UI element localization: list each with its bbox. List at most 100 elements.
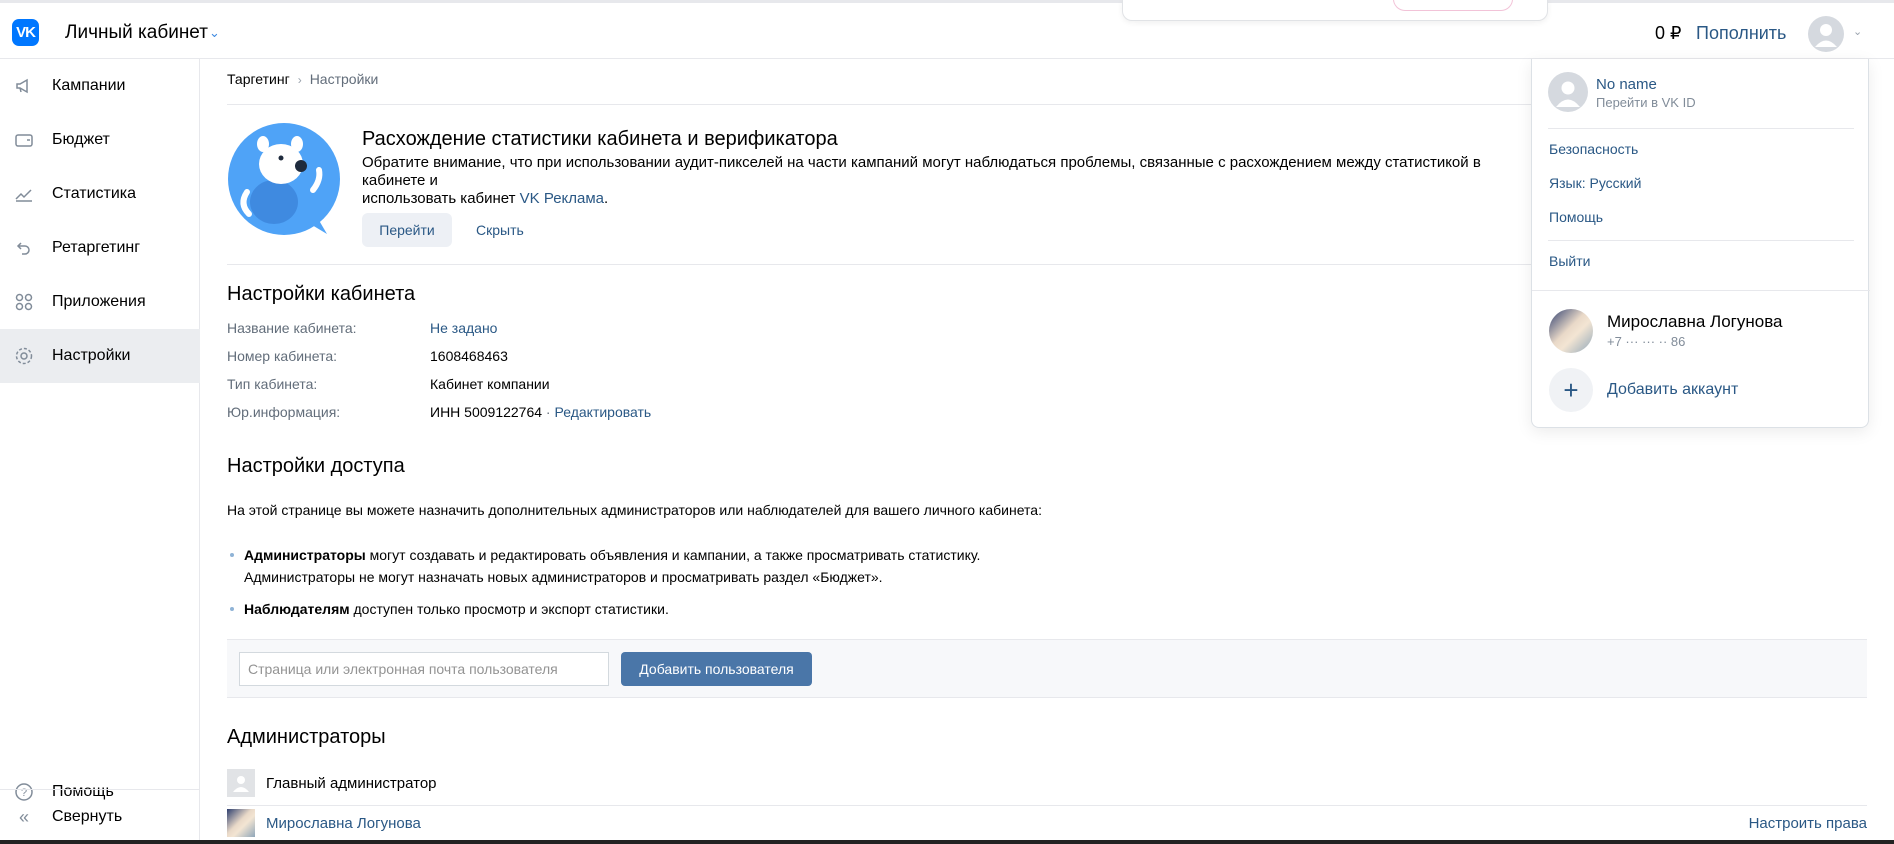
access-intro-text: На этой странице вы можете назначить доп… <box>227 502 1042 518</box>
chart-icon <box>14 184 34 204</box>
banner-hide-button[interactable]: Скрыть <box>476 213 524 247</box>
user-silhouette-icon <box>1556 81 1580 107</box>
sidebar-item-statistics[interactable]: Статистика <box>0 167 200 221</box>
mascot-illustration <box>228 123 340 235</box>
admins-title: Администраторы <box>227 726 386 748</box>
sidebar-item-apps[interactable]: Приложения <box>0 275 200 329</box>
account-phone: +7 ··· ··· ·· 86 <box>1607 334 1686 349</box>
top-header: VK Личный кабинет ⌄ 0 ₽ Пополнить ⌄ <box>0 0 1894 59</box>
breadcrumb-separator-icon: › <box>297 73 302 87</box>
add-user-panel: Добавить пользователя <box>227 639 1867 698</box>
sidebar-item-label: Свернуть <box>52 808 123 825</box>
cabinet-switcher[interactable]: Личный кабинет <box>65 22 208 44</box>
sidebar-item-settings[interactable]: Настройки <box>0 329 200 383</box>
bullet-icon <box>230 607 234 611</box>
divider <box>1548 128 1854 129</box>
dropdown-language[interactable]: Язык: Русский <box>1549 175 1641 191</box>
vk-ads-link[interactable]: VK Реклама <box>520 190 604 207</box>
sidebar-item-label: Бюджет <box>52 131 110 148</box>
sidebar: Кампании Бюджет Статистика Ретаргетинг П… <box>0 59 200 844</box>
cabinet-type-label: Тип кабинета: <box>227 376 318 392</box>
banner-text-line1: Обратите внимание, что при использовании… <box>362 154 1481 189</box>
legal-info-label: Юр.информация: <box>227 404 341 420</box>
user-search-input[interactable] <box>239 652 609 686</box>
configure-rights-link[interactable]: Настроить права <box>1749 815 1867 832</box>
admin-row-main: Главный администратор <box>266 775 437 792</box>
admins-bold: Администраторы <box>244 547 366 563</box>
account-name[interactable]: Мирославна Логунова <box>1607 312 1783 332</box>
user-avatar[interactable] <box>1808 16 1844 52</box>
cabinet-settings-title: Настройки кабинета <box>227 283 416 305</box>
gear-icon <box>14 346 34 366</box>
account-avatar[interactable] <box>1549 309 1593 353</box>
dropdown-help[interactable]: Помощь <box>1549 209 1603 225</box>
wallet-icon <box>14 130 34 150</box>
bullet-icon <box>230 553 234 557</box>
notification-popup-button[interactable] <box>1393 0 1513 11</box>
inn-value: ИНН 5009122764 <box>430 404 543 420</box>
divider <box>227 104 1532 105</box>
admin-avatar <box>227 809 255 837</box>
banner-go-button[interactable]: Перейти <box>362 213 452 247</box>
breadcrumb-current: Настройки <box>309 71 379 87</box>
divider <box>227 264 1532 265</box>
breadcrumb: Таргетинг › Настройки <box>227 71 378 87</box>
sidebar-item-retargeting[interactable]: Ретаргетинг <box>0 221 200 275</box>
notification-popup <box>1122 0 1548 21</box>
profile-name[interactable]: No name <box>1596 76 1657 93</box>
admin-avatar <box>227 769 255 797</box>
sidebar-collapse-button[interactable]: « Свернуть <box>0 790 200 844</box>
account-dropdown: No name Перейти в VK ID Безопасность Язы… <box>1531 59 1870 428</box>
taskbar-strip <box>0 840 1894 844</box>
cabinet-name-value[interactable]: Не задано <box>430 320 497 336</box>
sidebar-item-label: Ретаргетинг <box>52 239 141 256</box>
double-chevron-left-icon: « <box>18 806 29 827</box>
cabinet-number-label: Номер кабинета: <box>227 348 338 364</box>
dropdown-logout[interactable]: Выйти <box>1549 253 1590 269</box>
observers-bullet: Наблюдателям доступен только просмотр и … <box>230 598 669 620</box>
admins-text: могут создавать и редактировать объявлен… <box>365 547 981 563</box>
apps-icon <box>14 292 34 312</box>
vk-logo[interactable]: VK <box>12 19 39 46</box>
chevron-down-icon[interactable]: ⌄ <box>1853 25 1862 38</box>
sidebar-item-label: Приложения <box>52 293 146 310</box>
access-settings-title: Настройки доступа <box>227 455 405 477</box>
user-silhouette-icon <box>233 776 249 792</box>
cabinet-number-value: 1608468463 <box>430 348 508 364</box>
separator: · <box>542 404 555 420</box>
plus-icon[interactable]: + <box>1549 368 1593 412</box>
profile-avatar[interactable] <box>1548 72 1588 112</box>
sidebar-item-label: Настройки <box>52 347 131 364</box>
banner-text-line2: использовать кабинет <box>362 190 520 207</box>
sidebar-item-budget[interactable]: Бюджет <box>0 113 200 167</box>
admins-bullet: Администраторы могут создавать и редакти… <box>230 544 981 588</box>
vk-id-link[interactable]: Перейти в VK ID <box>1596 95 1696 110</box>
observers-bold: Наблюдателям <box>244 601 350 617</box>
user-silhouette-icon <box>1815 24 1837 47</box>
add-user-button[interactable]: Добавить пользователя <box>621 652 812 686</box>
sidebar-item-label: Статистика <box>52 185 137 202</box>
cabinet-type-value: Кабинет компании <box>430 376 550 392</box>
chevron-down-icon[interactable]: ⌄ <box>209 25 220 41</box>
legal-info-value: ИНН 5009122764 · Редактировать <box>430 404 651 420</box>
divider <box>1532 290 1870 291</box>
balance-value: 0 ₽ <box>1655 23 1682 43</box>
banner-text: Обратите внимание, что при использовании… <box>362 154 1522 208</box>
add-account-link[interactable]: Добавить аккаунт <box>1607 381 1738 399</box>
admins-text2: Администраторы не могут назначать новых … <box>244 569 883 585</box>
divider <box>227 805 1867 806</box>
retarget-icon <box>14 238 34 258</box>
banner-text-end: . <box>604 190 609 207</box>
topup-link[interactable]: Пополнить <box>1696 23 1786 44</box>
edit-legal-link[interactable]: Редактировать <box>555 404 652 420</box>
megaphone-icon <box>14 76 34 96</box>
breadcrumb-root-link[interactable]: Таргетинг <box>227 71 290 87</box>
observers-text: доступен только просмотр и экспорт стати… <box>349 601 669 617</box>
dropdown-security[interactable]: Безопасность <box>1549 141 1638 157</box>
admin-row-link[interactable]: Мирославна Логунова <box>266 815 421 832</box>
cabinet-name-label: Название кабинета: <box>227 320 357 336</box>
sidebar-item-campaigns[interactable]: Кампании <box>0 59 200 113</box>
divider <box>1548 240 1854 241</box>
sidebar-item-label: Кампании <box>52 77 126 94</box>
banner-title: Расхождение статистики кабинета и верифи… <box>362 128 838 150</box>
